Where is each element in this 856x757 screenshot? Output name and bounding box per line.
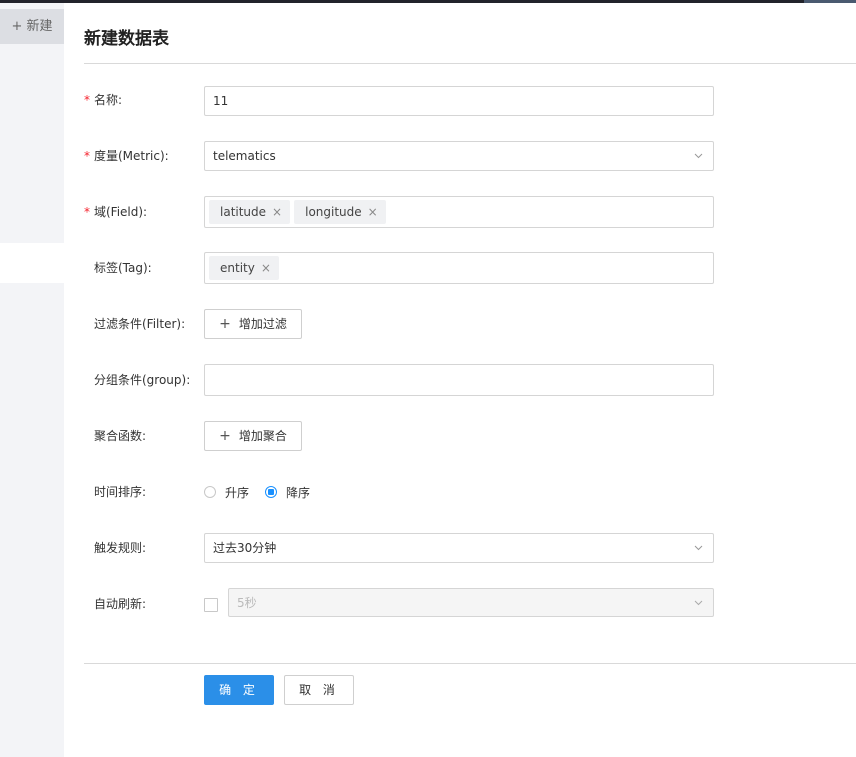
metric-select-value: telematics bbox=[213, 149, 276, 163]
field-tag: latitude × bbox=[209, 198, 291, 226]
required-mark: * bbox=[84, 205, 90, 219]
auto-refresh-checkbox[interactable] bbox=[204, 598, 218, 612]
aggregate-label-text: 聚合函数: bbox=[94, 429, 147, 443]
chevron-down-icon bbox=[694, 589, 703, 616]
add-aggregate-label: 增加聚合 bbox=[238, 429, 287, 443]
page-title: 新建数据表 bbox=[84, 29, 169, 49]
plus-icon: + bbox=[219, 316, 231, 332]
cancel-button[interactable]: 取 消 bbox=[284, 675, 354, 705]
trigger-select-value: 过去30分钟 bbox=[213, 541, 277, 555]
trigger-label-text: 触发规则: bbox=[94, 541, 147, 555]
tag-label-text: 标签(Tag): bbox=[94, 261, 152, 275]
group-label: 分组条件(group): bbox=[84, 365, 202, 395]
radio-ascending-label[interactable]: 升序 bbox=[225, 484, 249, 501]
name-input[interactable]: 11 bbox=[204, 86, 714, 116]
name-label: * 名称: bbox=[84, 85, 202, 115]
plus-icon: + bbox=[219, 428, 231, 444]
auto-refresh-label-text: 自动刷新: bbox=[94, 597, 147, 611]
required-mark: * bbox=[84, 93, 90, 107]
name-input-value: 11 bbox=[213, 94, 229, 108]
filter-label-text: 过滤条件(Filter): bbox=[94, 317, 186, 331]
close-icon[interactable]: × bbox=[368, 198, 378, 226]
field-label-text: 域(Field): bbox=[94, 205, 148, 219]
metric-label-text: 度量(Metric): bbox=[94, 149, 169, 163]
name-label-text: 名称: bbox=[94, 93, 123, 107]
new-button[interactable]: + 新建 bbox=[0, 9, 64, 44]
tag-chip-label: entity bbox=[220, 261, 255, 275]
group-input[interactable] bbox=[204, 364, 714, 396]
trigger-label: 触发规则: bbox=[84, 533, 202, 563]
required-mark: * bbox=[84, 149, 90, 163]
add-aggregate-button[interactable]: + 增加聚合 bbox=[204, 421, 302, 451]
field-label: * 域(Field): bbox=[84, 197, 202, 227]
field-tag: longitude × bbox=[294, 200, 386, 224]
tag-chip: entity × bbox=[209, 256, 279, 280]
auto-refresh-select-value: 5秒 bbox=[237, 596, 257, 610]
metric-select[interactable]: telematics bbox=[204, 141, 714, 171]
sidebar: + 新建 bbox=[0, 3, 64, 757]
time-sort-label: 时间排序: bbox=[84, 477, 202, 507]
time-sort-radio-group: 升序 降序 bbox=[204, 477, 326, 507]
close-icon[interactable]: × bbox=[261, 254, 271, 282]
chevron-down-icon bbox=[694, 142, 703, 170]
header-divider bbox=[84, 63, 856, 64]
add-filter-label: 增加过滤 bbox=[238, 317, 287, 331]
add-filter-button[interactable]: + 增加过滤 bbox=[204, 309, 302, 339]
field-tag-label: latitude bbox=[220, 205, 267, 219]
group-label-text: 分组条件(group): bbox=[94, 373, 191, 387]
metric-label: * 度量(Metric): bbox=[84, 141, 202, 171]
radio-descending[interactable] bbox=[265, 486, 278, 498]
sidebar-gap bbox=[0, 243, 64, 283]
tag-multiselect[interactable]: entity × bbox=[204, 252, 714, 284]
field-tag-label: longitude bbox=[305, 205, 362, 219]
top-bar-accent bbox=[804, 0, 856, 3]
auto-refresh-label: 自动刷新: bbox=[84, 589, 202, 619]
confirm-button[interactable]: 确 定 bbox=[204, 675, 274, 705]
aggregate-label: 聚合函数: bbox=[84, 421, 202, 451]
trigger-select[interactable]: 过去30分钟 bbox=[204, 533, 714, 563]
chevron-down-icon bbox=[694, 534, 703, 562]
top-bar bbox=[0, 0, 856, 3]
radio-descending-label[interactable]: 降序 bbox=[286, 484, 310, 501]
auto-refresh-select[interactable]: 5秒 bbox=[228, 588, 714, 617]
field-multiselect[interactable]: latitude × longitude × bbox=[204, 196, 714, 228]
time-sort-label-text: 时间排序: bbox=[94, 485, 147, 499]
filter-label: 过滤条件(Filter): bbox=[84, 309, 202, 339]
footer-divider bbox=[84, 663, 856, 664]
tag-label: 标签(Tag): bbox=[84, 253, 202, 283]
radio-ascending[interactable] bbox=[204, 486, 216, 498]
close-icon[interactable]: × bbox=[272, 198, 282, 226]
